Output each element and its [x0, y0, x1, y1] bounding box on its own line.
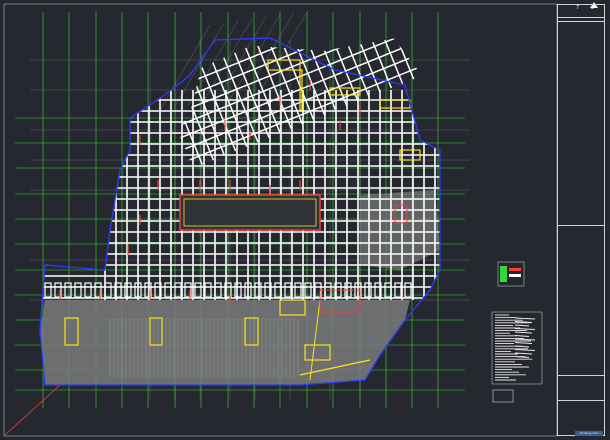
legend-swatch [509, 268, 521, 271]
legend-swatch [500, 266, 507, 282]
central-courtyard [179, 194, 321, 231]
title-block-rule [558, 21, 604, 22]
title-block-rule [558, 17, 604, 18]
title-block-rule [558, 225, 604, 226]
parking-zone [40, 300, 410, 385]
sheet-number-b: 2 [591, 5, 595, 11]
title-block-rule [558, 400, 604, 401]
watermark-badge: zhulong.com [575, 431, 603, 436]
title-block-rule [558, 375, 604, 376]
legend-swatch [509, 274, 521, 277]
cad-viewport[interactable] [0, 0, 610, 440]
sheet-number-a: 7 [576, 5, 580, 11]
title-block: 7 2 [557, 4, 605, 436]
